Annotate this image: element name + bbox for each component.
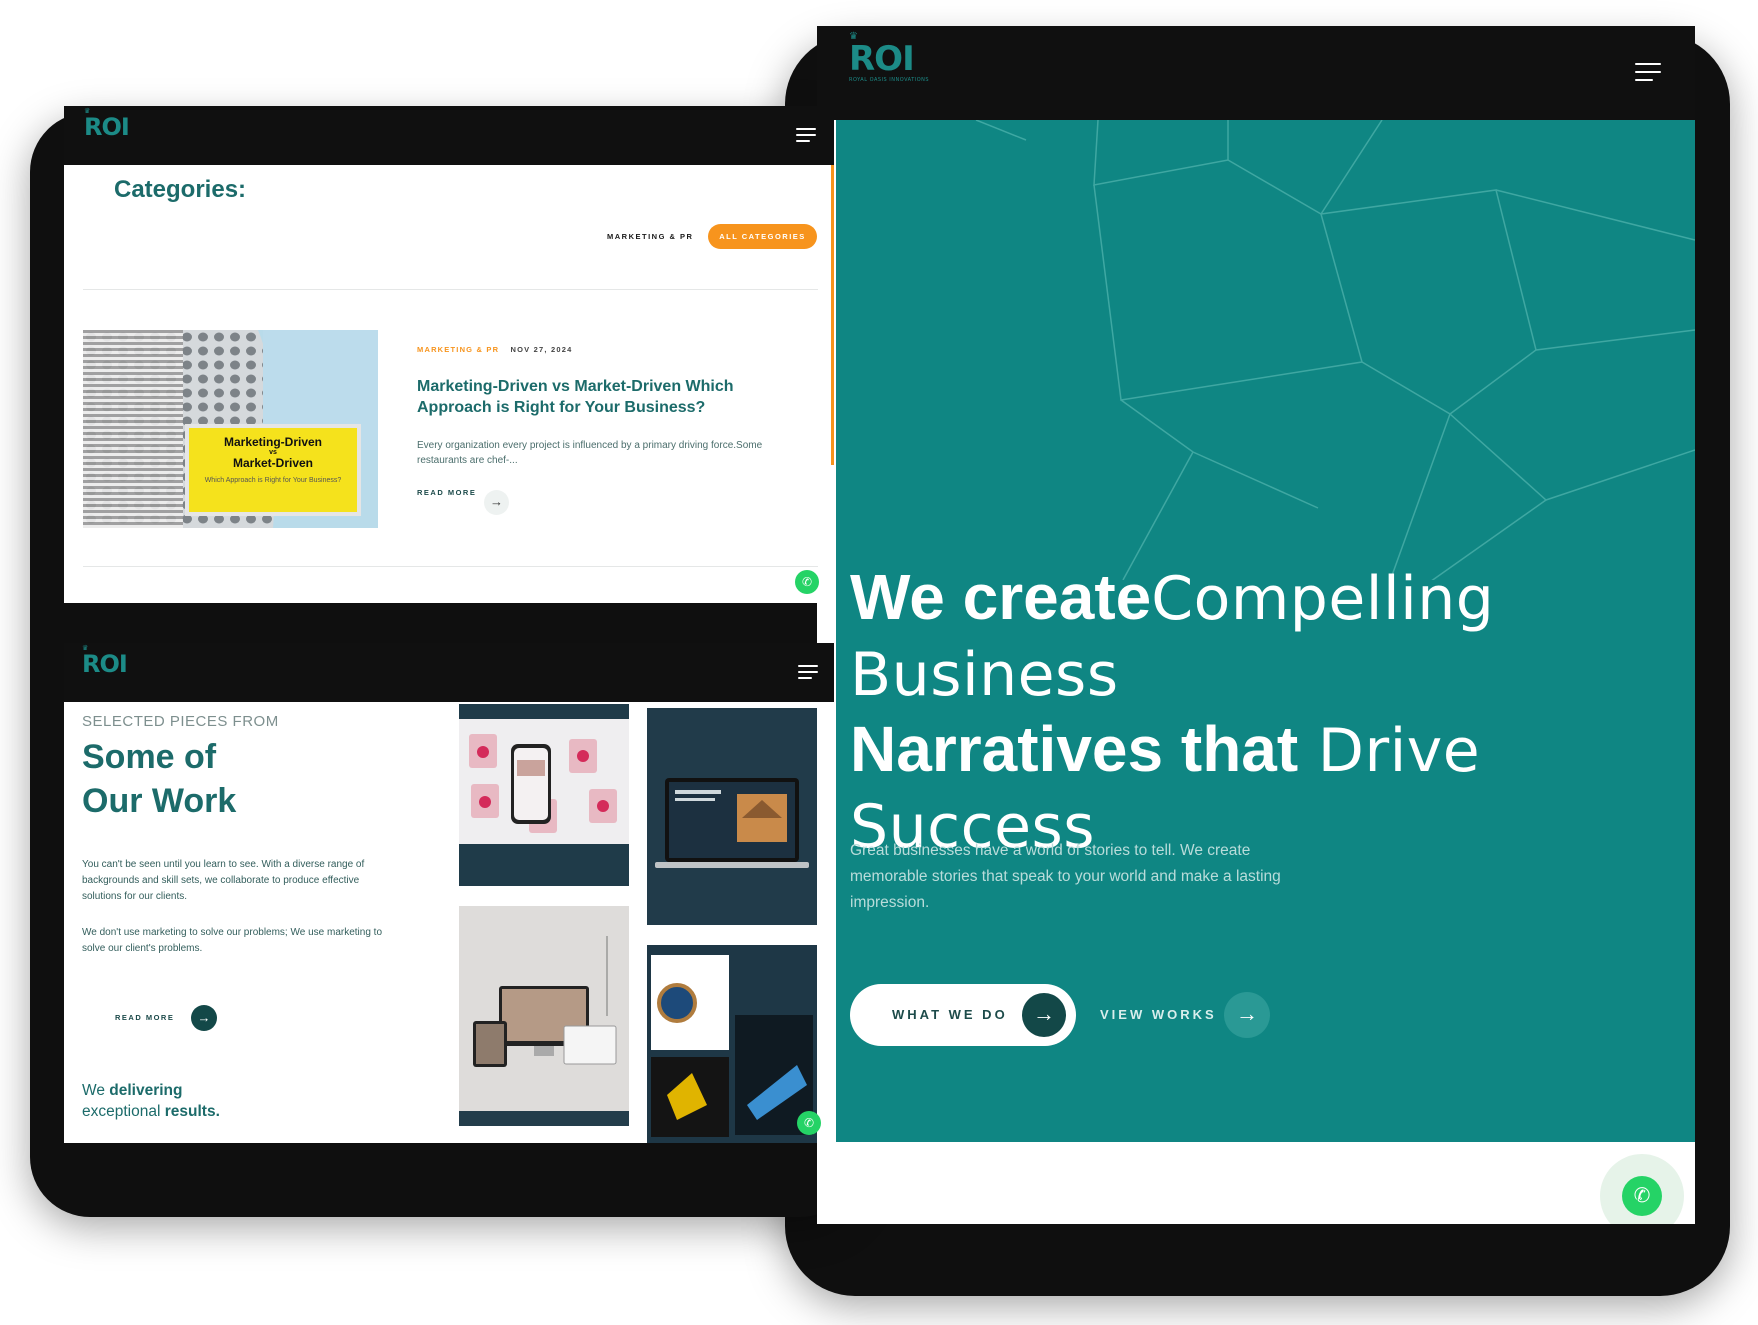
portfolio-tile-sports[interactable]	[647, 945, 817, 1143]
portfolio-tile-devices[interactable]	[459, 906, 629, 1126]
arrow-right-icon: →	[1224, 992, 1270, 1038]
brand-logo[interactable]: ♛ ROI ROYAL OASIS INNOVATIONS	[849, 32, 929, 83]
whatsapp-icon: ✆	[1622, 1176, 1662, 1216]
hamburger-icon[interactable]	[1635, 63, 1661, 81]
category-chip-marketing[interactable]: MARKETING & PR	[607, 232, 693, 241]
work-paragraph-1: You can't be seen until you learn to see…	[82, 859, 365, 902]
section-label: SELECTED PIECES FROM	[82, 713, 279, 730]
what-we-do-button[interactable]: WHAT WE DO →	[850, 984, 1076, 1046]
arrow-right-icon: →	[1022, 993, 1066, 1037]
hero-heading: We createCompelling Business Narratives …	[850, 561, 1495, 862]
category-chip-all[interactable]: ALL CATEGORIES	[708, 224, 817, 249]
post-title[interactable]: Marketing-Driven vs Market-Driven Which …	[417, 376, 747, 418]
billboard: Marketing-Driven vs Market-Driven Which …	[185, 424, 361, 516]
read-more-link[interactable]: READ MORE	[417, 488, 476, 497]
portfolio-image	[651, 955, 813, 1137]
header-bar: ♛ ROI ROYAL OASIS INNOVATIONS	[817, 26, 1695, 120]
hamburger-icon[interactable]	[798, 665, 818, 679]
tagline: We delivering exceptional results.	[82, 1082, 220, 1120]
read-more-link[interactable]: READ MORE	[115, 1013, 174, 1022]
arrow-right-icon[interactable]: →	[484, 490, 509, 515]
blog-screen: ♛ ROI Categories: MARKETING & PR ALL CAT…	[64, 106, 834, 603]
brand-logo[interactable]: ♛ ROI	[82, 645, 128, 677]
portfolio-tile-social[interactable]	[459, 704, 629, 886]
scroll-indicator	[831, 165, 834, 465]
whatsapp-icon[interactable]: ✆	[797, 1111, 821, 1135]
header-bar: ♛ ROI	[64, 106, 834, 165]
hamburger-icon[interactable]	[796, 128, 816, 142]
brand-logo[interactable]: ♛ ROI	[84, 108, 130, 140]
portfolio-image	[459, 719, 629, 844]
post-category[interactable]: MARKETING & PR	[417, 345, 499, 354]
post-date: NOV 27, 2024	[510, 345, 573, 354]
portfolio-image	[459, 906, 629, 1111]
post-meta: MARKETING & PR NOV 27, 2024	[417, 345, 572, 354]
whatsapp-button[interactable]: ✆	[1600, 1154, 1684, 1224]
divider	[83, 566, 818, 567]
whatsapp-icon[interactable]: ✆	[795, 570, 819, 594]
geometric-lines-decoration	[975, 120, 1695, 580]
categories-heading: Categories:	[114, 176, 247, 203]
post-excerpt: Every organization every project is infl…	[417, 440, 763, 466]
arrow-right-icon[interactable]: →	[191, 1005, 217, 1031]
hero-screen: ♛ ROI ROYAL OASIS INNOVATIONS We createC…	[817, 26, 1695, 1224]
work-paragraph-2: We don't use marketing to solve our prob…	[82, 927, 383, 954]
post-thumbnail[interactable]: Marketing-Driven vs Market-Driven Which …	[83, 330, 378, 528]
hero-description: Great businesses have a world of stories…	[850, 842, 1281, 911]
divider	[83, 289, 818, 290]
portfolio-image	[655, 778, 809, 868]
work-screen: ♛ ROI SELECTED PIECES FROM Some of Our W…	[64, 643, 834, 1143]
header-bar: ♛ ROI	[64, 643, 834, 702]
view-works-button[interactable]: VIEW WORKS →	[1100, 992, 1270, 1038]
hero-section: We createCompelling Business Narratives …	[836, 120, 1695, 1142]
work-heading: Some of Our Work	[82, 738, 237, 820]
portfolio-tile-laptop[interactable]	[647, 708, 817, 925]
